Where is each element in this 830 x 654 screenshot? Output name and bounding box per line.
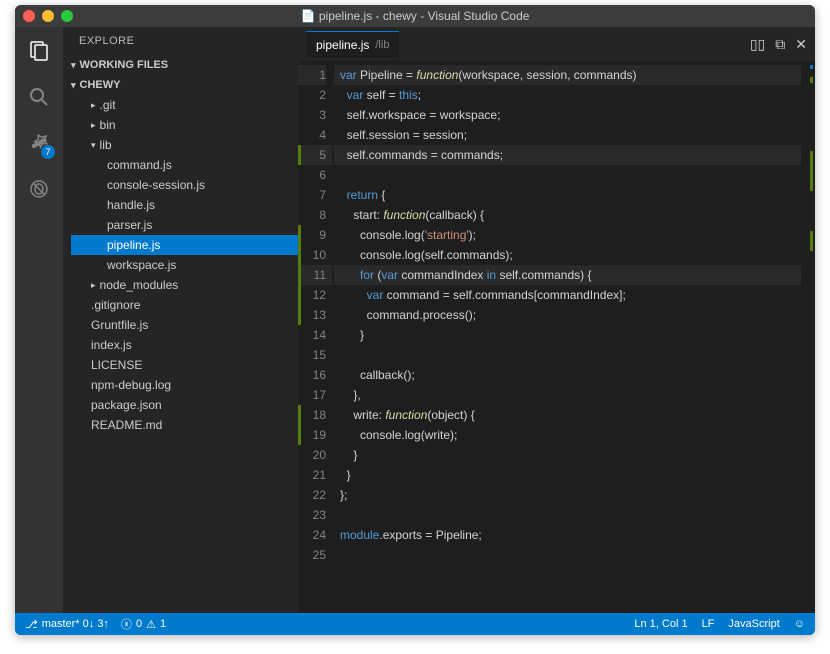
- maximize-window-button[interactable]: [61, 10, 73, 22]
- status-cursor[interactable]: Ln 1, Col 1: [634, 618, 687, 630]
- tab-actions: ▯▯ ⧉ ✕: [750, 36, 807, 53]
- search-icon[interactable]: [25, 83, 53, 111]
- editor-area: pipeline.js /lib ▯▯ ⧉ ✕ 1234567891011121…: [298, 27, 815, 613]
- source-code[interactable]: var Pipeline = function(workspace, sessi…: [334, 61, 801, 613]
- split-editor-icon[interactable]: ▯▯: [750, 36, 765, 53]
- tree-folder-bin[interactable]: bin: [71, 115, 298, 135]
- titlebar[interactable]: 📄 pipeline.js - chewy - Visual Studio Co…: [15, 5, 815, 27]
- close-window-button[interactable]: [23, 10, 35, 22]
- explorer-icon[interactable]: [25, 37, 53, 65]
- tab-pipeline[interactable]: pipeline.js /lib: [306, 31, 399, 58]
- file-tree: .git bin lib command.js console-session.…: [63, 95, 298, 435]
- tree-file-handle[interactable]: handle.js: [71, 195, 298, 215]
- line-gutter: 1234567891011121314151617181920212223242…: [298, 61, 334, 613]
- tree-file-console-session[interactable]: console-session.js: [71, 175, 298, 195]
- error-icon: ⓧ: [121, 616, 132, 632]
- minimap[interactable]: [801, 61, 815, 613]
- scm-badge: 7: [41, 145, 55, 159]
- feedback-icon[interactable]: ☺: [794, 618, 805, 630]
- show-opened-icon[interactable]: ⧉: [775, 36, 785, 53]
- tree-file-package[interactable]: package.json: [71, 395, 298, 415]
- status-problems[interactable]: ⓧ0⚠1: [121, 616, 166, 632]
- close-tab-icon[interactable]: ✕: [795, 36, 807, 53]
- tree-file-workspace[interactable]: workspace.js: [71, 255, 298, 275]
- tree-folder-node-modules[interactable]: node_modules: [71, 275, 298, 295]
- tree-file-gitignore[interactable]: .gitignore: [71, 295, 298, 315]
- status-bar: ⎇master* 0↓ 3↑ ⓧ0⚠1 Ln 1, Col 1 LF JavaS…: [15, 613, 815, 635]
- warning-icon: ⚠: [146, 618, 156, 631]
- window-title: 📄 pipeline.js - chewy - Visual Studio Co…: [301, 9, 530, 23]
- workbench: 7 EXPLORE WORKING FILES CHEWY .git bin l…: [15, 27, 815, 613]
- status-language[interactable]: JavaScript: [728, 618, 779, 630]
- scm-icon[interactable]: 7: [25, 129, 53, 157]
- tree-file-index[interactable]: index.js: [71, 335, 298, 355]
- tab-path: /lib: [375, 39, 389, 51]
- minimize-window-button[interactable]: [42, 10, 54, 22]
- project-section[interactable]: CHEWY: [63, 75, 298, 95]
- tree-folder-git[interactable]: .git: [71, 95, 298, 115]
- branch-icon: ⎇: [25, 618, 38, 631]
- activity-bar: 7: [15, 27, 63, 613]
- vscode-window: 📄 pipeline.js - chewy - Visual Studio Co…: [15, 5, 815, 635]
- status-eol[interactable]: LF: [702, 618, 715, 630]
- debug-icon[interactable]: [25, 175, 53, 203]
- traffic-lights: [23, 10, 73, 22]
- tree-folder-lib[interactable]: lib: [71, 135, 298, 155]
- tab-name: pipeline.js: [316, 38, 369, 52]
- sidebar: EXPLORE WORKING FILES CHEWY .git bin lib…: [63, 27, 298, 613]
- tree-file-command[interactable]: command.js: [71, 155, 298, 175]
- tree-file-license[interactable]: LICENSE: [71, 355, 298, 375]
- tree-file-pipeline[interactable]: pipeline.js: [71, 235, 298, 255]
- tree-file-readme[interactable]: README.md: [71, 415, 298, 435]
- tree-file-npm-debug[interactable]: npm-debug.log: [71, 375, 298, 395]
- sidebar-header: EXPLORE: [63, 27, 298, 55]
- status-branch[interactable]: ⎇master* 0↓ 3↑: [25, 618, 109, 631]
- code-editor[interactable]: 1234567891011121314151617181920212223242…: [298, 61, 815, 613]
- tree-file-parser[interactable]: parser.js: [71, 215, 298, 235]
- working-files-section[interactable]: WORKING FILES: [63, 55, 298, 75]
- tree-file-gruntfile[interactable]: Gruntfile.js: [71, 315, 298, 335]
- tab-bar: pipeline.js /lib ▯▯ ⧉ ✕: [298, 27, 815, 61]
